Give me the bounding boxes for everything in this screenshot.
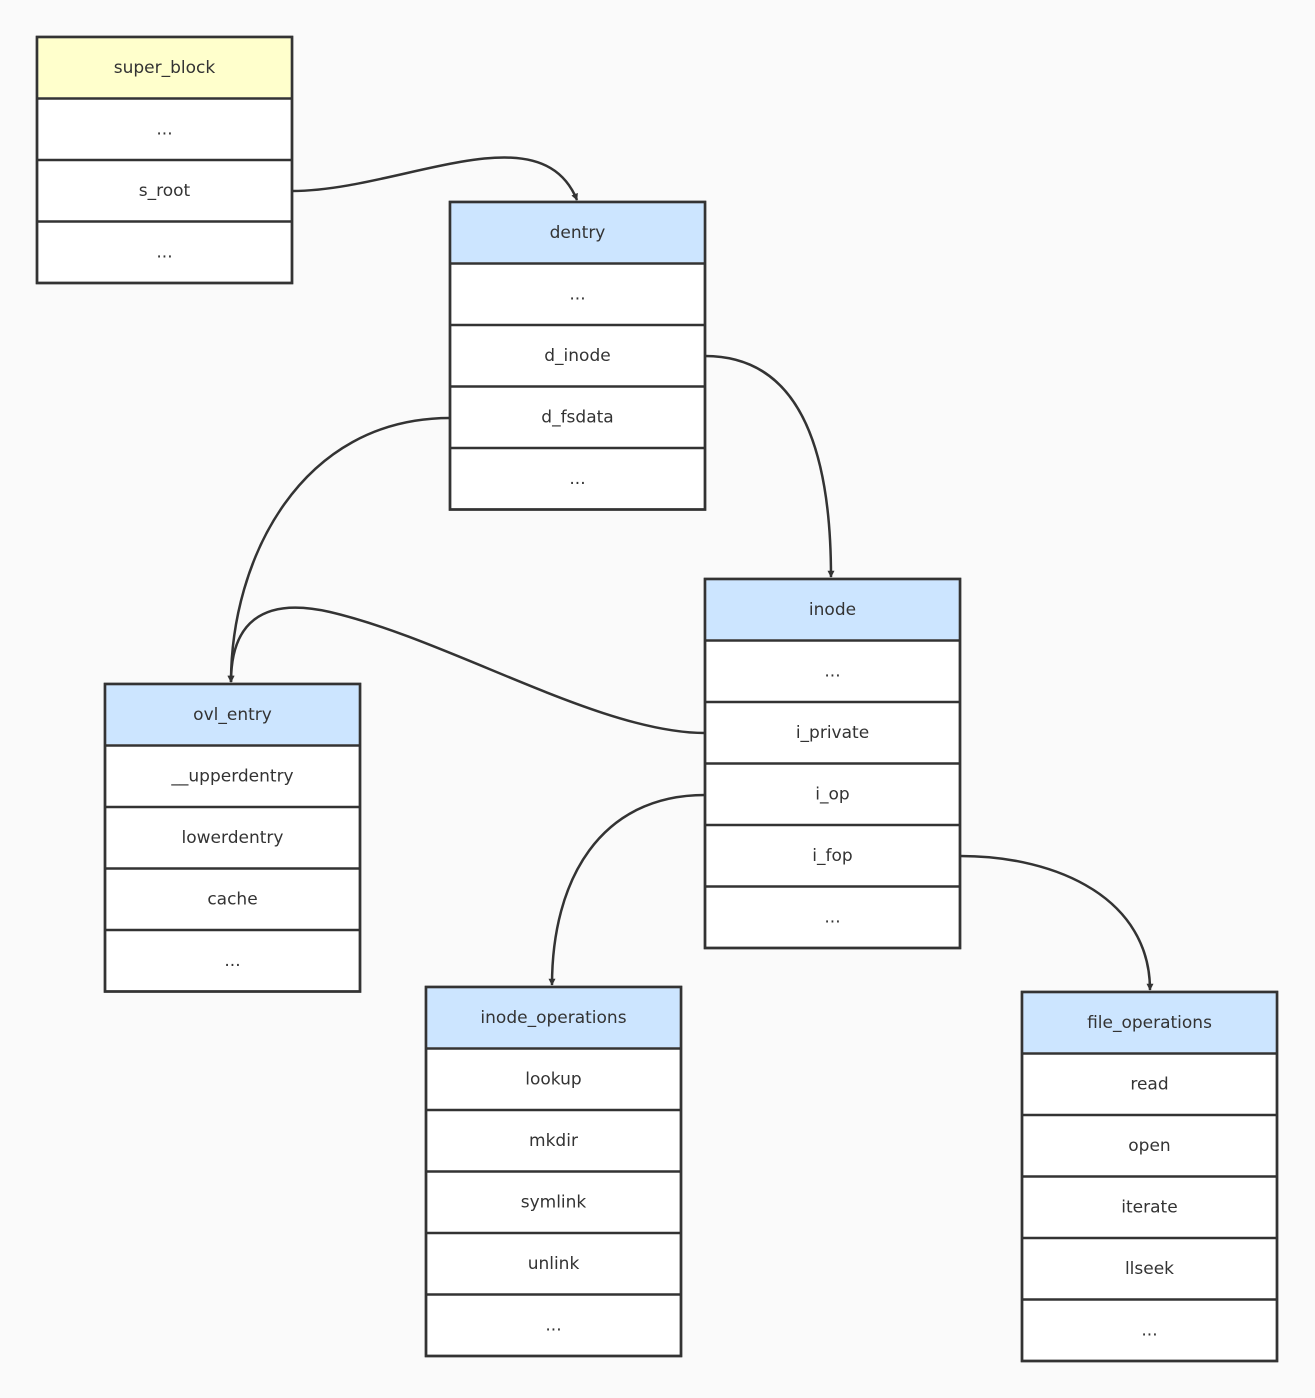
struct-field: ... [569,284,585,304]
struct-title: ovl_entry [193,705,272,725]
struct-field: d_inode [544,346,610,366]
struct-inode_operations: inode_operationslookup mkdir symlink unlink… [424,985,683,1358]
struct-field: lookup [525,1069,581,1089]
struct-field: i_private [796,723,869,743]
struct-field: ... [224,951,240,971]
struct-file_operations: file_operationsread open iterate llseek... [1020,990,1279,1363]
struct-field: ... [824,907,840,927]
struct-field: open [1128,1136,1170,1156]
struct-field: d_fsdata [541,407,613,427]
struct-title: dentry [550,223,606,243]
struct-field: symlink [521,1192,587,1212]
struct-field: i_fop [812,846,852,866]
struct-field: s_root [139,181,191,201]
struct-field: ... [156,119,172,139]
struct-super_block: super_block... s_root... [35,35,294,285]
struct-title: file_operations [1087,1013,1212,1033]
struct-field: ... [824,661,840,681]
struct-field: unlink [528,1254,580,1274]
struct-diagram: super_block...s_root...dentry...d_inoded… [0,0,1315,1398]
struct-field: ... [545,1315,561,1335]
struct-field: ... [569,469,585,489]
struct-field: llseek [1125,1259,1174,1279]
struct-title: inode_operations [480,1008,626,1028]
struct-title: inode [809,600,856,620]
struct-field: ... [156,242,172,262]
struct-field: mkdir [529,1131,578,1151]
struct-field: iterate [1121,1197,1177,1217]
struct-dentry: dentry... d_inode d_fsdata... [448,200,707,511]
struct-inode: inode... i_private i_op i_fop... [703,577,962,950]
struct-field: ... [1141,1320,1157,1340]
struct-ovl_entry: ovl_entry __upperdentry lowerdentry cache..… [103,682,362,993]
struct-field: lowerdentry [182,828,284,848]
struct-field: __upperdentry [170,766,293,786]
struct-field: cache [207,889,257,909]
struct-title: super_block [114,58,216,78]
struct-field: read [1130,1074,1168,1094]
struct-field: i_op [815,784,849,804]
